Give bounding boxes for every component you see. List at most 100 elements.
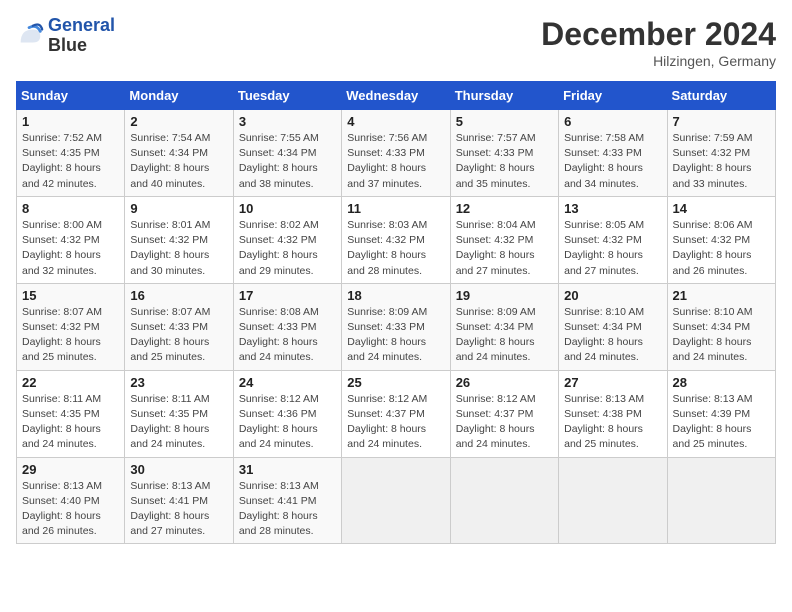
day-info: Sunrise: 8:10 AMSunset: 4:34 PMDaylight:… [564, 305, 661, 366]
day-info: Sunrise: 8:02 AMSunset: 4:32 PMDaylight:… [239, 218, 336, 279]
day-info: Sunrise: 8:12 AMSunset: 4:37 PMDaylight:… [456, 392, 553, 453]
calendar-cell: 15 Sunrise: 8:07 AMSunset: 4:32 PMDayligh… [17, 283, 125, 370]
day-number: 16 [130, 288, 227, 303]
day-number: 17 [239, 288, 336, 303]
calendar-cell: 16 Sunrise: 8:07 AMSunset: 4:33 PMDayligh… [125, 283, 233, 370]
logo-line2: Blue [48, 36, 115, 56]
day-number: 30 [130, 462, 227, 477]
day-number: 25 [347, 375, 444, 390]
day-number: 23 [130, 375, 227, 390]
calendar-cell: 14Sunrise: 8:06 AMSunset: 4:32 PMDayligh… [667, 196, 775, 283]
day-number: 15 [22, 288, 119, 303]
calendar-cell: 20 Sunrise: 8:10 AMSunset: 4:34 PMDayligh… [559, 283, 667, 370]
day-info: Sunrise: 8:09 AMSunset: 4:34 PMDaylight:… [456, 305, 553, 366]
calendar-week-row: 1 Sunrise: 7:52 AMSunset: 4:35 PMDaylight… [17, 110, 776, 197]
day-info: Sunrise: 7:59 AMSunset: 4:32 PMDaylight:… [673, 131, 770, 192]
calendar-cell: 31Sunrise: 8:13 AMSunset: 4:41 PMDayligh… [233, 457, 341, 544]
calendar-cell: 11 Sunrise: 8:03 AMSunset: 4:32 PMDayligh… [342, 196, 450, 283]
day-info: Sunrise: 8:10 AMSunset: 4:34 PMDaylight:… [673, 305, 770, 366]
day-number: 31 [239, 462, 336, 477]
day-headers-row: SundayMondayTuesdayWednesdayThursdayFrid… [17, 82, 776, 110]
calendar-week-row: 15 Sunrise: 8:07 AMSunset: 4:32 PMDayligh… [17, 283, 776, 370]
day-info: Sunrise: 8:07 AMSunset: 4:32 PMDaylight:… [22, 305, 119, 366]
day-number: 6 [564, 114, 661, 129]
day-info: Sunrise: 7:57 AMSunset: 4:33 PMDaylight:… [456, 131, 553, 192]
calendar-cell [667, 457, 775, 544]
calendar-cell: 30 Sunrise: 8:13 AMSunset: 4:41 PMDayligh… [125, 457, 233, 544]
col-header-wednesday: Wednesday [342, 82, 450, 110]
logo-icon [16, 22, 44, 50]
day-info: Sunrise: 7:55 AMSunset: 4:34 PMDaylight:… [239, 131, 336, 192]
location: Hilzingen, Germany [541, 53, 776, 69]
calendar-cell: 9 Sunrise: 8:01 AMSunset: 4:32 PMDaylight… [125, 196, 233, 283]
calendar-cell: 8 Sunrise: 8:00 AMSunset: 4:32 PMDaylight… [17, 196, 125, 283]
day-info: Sunrise: 7:56 AMSunset: 4:33 PMDaylight:… [347, 131, 444, 192]
calendar-cell [342, 457, 450, 544]
day-number: 8 [22, 201, 119, 216]
col-header-sunday: Sunday [17, 82, 125, 110]
day-info: Sunrise: 8:13 AMSunset: 4:40 PMDaylight:… [22, 479, 119, 540]
day-number: 5 [456, 114, 553, 129]
day-info: Sunrise: 8:09 AMSunset: 4:33 PMDaylight:… [347, 305, 444, 366]
calendar-cell: 4Sunrise: 7:56 AMSunset: 4:33 PMDaylight… [342, 110, 450, 197]
col-header-saturday: Saturday [667, 82, 775, 110]
day-info: Sunrise: 8:11 AMSunset: 4:35 PMDaylight:… [130, 392, 227, 453]
calendar-cell: 6Sunrise: 7:58 AMSunset: 4:33 PMDaylight… [559, 110, 667, 197]
day-number: 24 [239, 375, 336, 390]
calendar-cell: 17 Sunrise: 8:08 AMSunset: 4:33 PMDayligh… [233, 283, 341, 370]
day-number: 9 [130, 201, 227, 216]
month-title: December 2024 [541, 16, 776, 53]
calendar-week-row: 29 Sunrise: 8:13 AMSunset: 4:40 PMDayligh… [17, 457, 776, 544]
day-info: Sunrise: 8:03 AMSunset: 4:32 PMDaylight:… [347, 218, 444, 279]
day-number: 12 [456, 201, 553, 216]
calendar-cell: 21 Sunrise: 8:10 AMSunset: 4:34 PMDayligh… [667, 283, 775, 370]
calendar-cell: 19Sunrise: 8:09 AMSunset: 4:34 PMDayligh… [450, 283, 558, 370]
day-info: Sunrise: 8:08 AMSunset: 4:33 PMDaylight:… [239, 305, 336, 366]
page-header: General Blue December 2024 Hilzingen, Ge… [16, 16, 776, 69]
day-number: 22 [22, 375, 119, 390]
day-info: Sunrise: 8:04 AMSunset: 4:32 PMDaylight:… [456, 218, 553, 279]
calendar-cell: 28Sunrise: 8:13 AMSunset: 4:39 PMDayligh… [667, 370, 775, 457]
day-info: Sunrise: 8:13 AMSunset: 4:39 PMDaylight:… [673, 392, 770, 453]
calendar-cell: 2 Sunrise: 7:54 AMSunset: 4:34 PMDaylight… [125, 110, 233, 197]
day-number: 2 [130, 114, 227, 129]
day-number: 29 [22, 462, 119, 477]
day-number: 1 [22, 114, 119, 129]
calendar-cell [559, 457, 667, 544]
title-block: December 2024 Hilzingen, Germany [541, 16, 776, 69]
calendar-cell: 18Sunrise: 8:09 AMSunset: 4:33 PMDayligh… [342, 283, 450, 370]
col-header-tuesday: Tuesday [233, 82, 341, 110]
logo: General Blue [16, 16, 115, 56]
calendar-cell: 10 Sunrise: 8:02 AMSunset: 4:32 PMDayligh… [233, 196, 341, 283]
calendar-cell: 26 Sunrise: 8:12 AMSunset: 4:37 PMDayligh… [450, 370, 558, 457]
day-info: Sunrise: 8:13 AMSunset: 4:41 PMDaylight:… [130, 479, 227, 540]
calendar-cell: 1 Sunrise: 7:52 AMSunset: 4:35 PMDaylight… [17, 110, 125, 197]
day-info: Sunrise: 8:12 AMSunset: 4:36 PMDaylight:… [239, 392, 336, 453]
day-info: Sunrise: 8:07 AMSunset: 4:33 PMDaylight:… [130, 305, 227, 366]
day-number: 3 [239, 114, 336, 129]
day-number: 10 [239, 201, 336, 216]
day-number: 13 [564, 201, 661, 216]
day-info: Sunrise: 8:05 AMSunset: 4:32 PMDaylight:… [564, 218, 661, 279]
calendar-cell: 13 Sunrise: 8:05 AMSunset: 4:32 PMDayligh… [559, 196, 667, 283]
calendar-cell: 7 Sunrise: 7:59 AMSunset: 4:32 PMDaylight… [667, 110, 775, 197]
day-number: 20 [564, 288, 661, 303]
calendar-week-row: 22 Sunrise: 8:11 AMSunset: 4:35 PMDayligh… [17, 370, 776, 457]
day-number: 11 [347, 201, 444, 216]
day-info: Sunrise: 8:13 AMSunset: 4:38 PMDaylight:… [564, 392, 661, 453]
calendar-cell: 29 Sunrise: 8:13 AMSunset: 4:40 PMDayligh… [17, 457, 125, 544]
calendar-table: SundayMondayTuesdayWednesdayThursdayFrid… [16, 81, 776, 544]
day-number: 27 [564, 375, 661, 390]
calendar-cell [450, 457, 558, 544]
day-info: Sunrise: 7:52 AMSunset: 4:35 PMDaylight:… [22, 131, 119, 192]
day-info: Sunrise: 7:54 AMSunset: 4:34 PMDaylight:… [130, 131, 227, 192]
calendar-cell: 12 Sunrise: 8:04 AMSunset: 4:32 PMDayligh… [450, 196, 558, 283]
day-info: Sunrise: 8:01 AMSunset: 4:32 PMDaylight:… [130, 218, 227, 279]
calendar-cell: 3 Sunrise: 7:55 AMSunset: 4:34 PMDaylight… [233, 110, 341, 197]
day-info: Sunrise: 8:00 AMSunset: 4:32 PMDaylight:… [22, 218, 119, 279]
day-info: Sunrise: 8:12 AMSunset: 4:37 PMDaylight:… [347, 392, 444, 453]
day-number: 26 [456, 375, 553, 390]
calendar-cell: 22Sunrise: 8:11 AMSunset: 4:35 PMDayligh… [17, 370, 125, 457]
day-number: 21 [673, 288, 770, 303]
day-number: 7 [673, 114, 770, 129]
